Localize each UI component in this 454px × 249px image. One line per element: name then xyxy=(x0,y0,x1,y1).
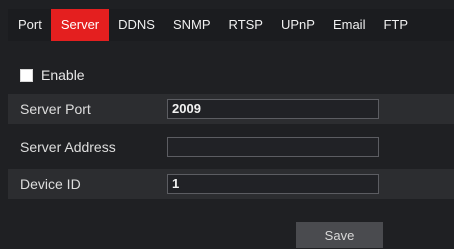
tab-rtsp[interactable]: RTSP xyxy=(220,9,272,41)
server-address-label: Server Address xyxy=(20,139,116,155)
device-id-row: Device ID xyxy=(8,169,454,199)
server-port-input[interactable] xyxy=(167,99,379,119)
device-id-input[interactable] xyxy=(167,174,379,194)
server-address-input[interactable] xyxy=(167,137,379,157)
tab-ddns[interactable]: DDNS xyxy=(109,9,164,41)
save-button[interactable]: Save xyxy=(296,222,383,248)
enable-option[interactable]: Enable xyxy=(20,65,85,85)
enable-checkbox[interactable] xyxy=(20,68,33,82)
tab-port[interactable]: Port xyxy=(8,9,51,41)
tab-upnp[interactable]: UPnP xyxy=(272,9,324,41)
tab-bar: Port Server DDNS SNMP RTSP UPnP Email FT… xyxy=(8,9,454,41)
tab-snmp[interactable]: SNMP xyxy=(164,9,220,41)
device-id-label: Device ID xyxy=(20,176,81,192)
server-address-row: Server Address xyxy=(8,132,454,162)
server-port-row: Server Port xyxy=(8,94,454,124)
tab-ftp[interactable]: FTP xyxy=(374,9,417,41)
tab-email[interactable]: Email xyxy=(324,9,375,41)
server-port-label: Server Port xyxy=(20,101,91,117)
tab-server[interactable]: Server xyxy=(50,9,110,41)
enable-label: Enable xyxy=(41,67,85,83)
